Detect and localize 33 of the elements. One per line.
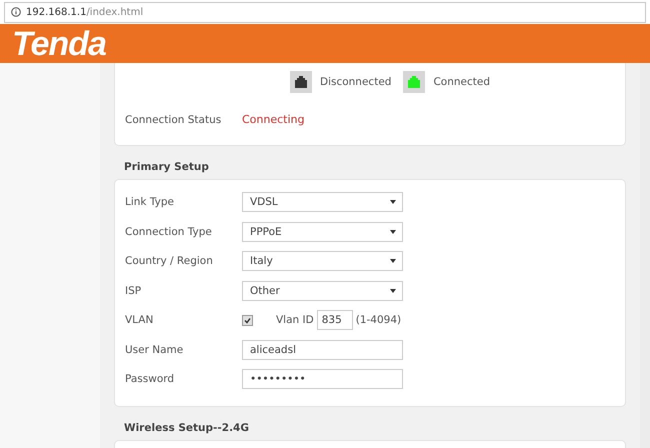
vlan-id-field[interactable]: 835	[316, 310, 353, 330]
input-field[interactable]: aliceadsl	[242, 340, 403, 360]
dropdown[interactable]: VDSL	[242, 192, 403, 212]
field-label: Country / Region	[125, 255, 214, 268]
legend-label: Connected	[433, 76, 490, 88]
port-icon	[290, 71, 312, 93]
port-icon	[403, 71, 426, 93]
field-label: Connection Type	[125, 226, 213, 238]
field-label: VLAN	[125, 314, 154, 326]
checkbox[interactable]	[242, 314, 253, 326]
field-label: ISP	[125, 284, 142, 297]
field-label: User Name	[125, 344, 184, 356]
dropdown[interactable]: PPPoE	[242, 222, 403, 242]
caret-icon	[390, 230, 396, 234]
address-bar[interactable]: 192.168.1.1/index.html	[4, 2, 646, 22]
section-title: Wireless Setup--2.4G	[123, 421, 250, 436]
section-title: Primary Setup	[123, 160, 210, 174]
legend-label: Disconnected	[320, 76, 392, 88]
caret-icon	[390, 259, 396, 264]
field-label: Connection Status	[125, 114, 222, 126]
field-label: Password	[125, 373, 176, 386]
field-label: Link Type	[125, 196, 175, 208]
caret-icon	[390, 288, 396, 293]
info-icon	[11, 7, 21, 17]
vlan-id-label: Vlan ID	[276, 314, 314, 326]
range-hint: (1-4094)	[356, 314, 402, 326]
url-text: 192.168.1.1/index.html	[26, 6, 144, 18]
input-field[interactable]: •••••••••	[242, 369, 403, 390]
status-value: Connecting	[242, 113, 304, 126]
caret-icon	[390, 200, 396, 204]
dropdown[interactable]: Italy	[242, 251, 403, 272]
dropdown[interactable]: Other	[242, 280, 403, 301]
logo: Tenda	[12, 26, 106, 60]
